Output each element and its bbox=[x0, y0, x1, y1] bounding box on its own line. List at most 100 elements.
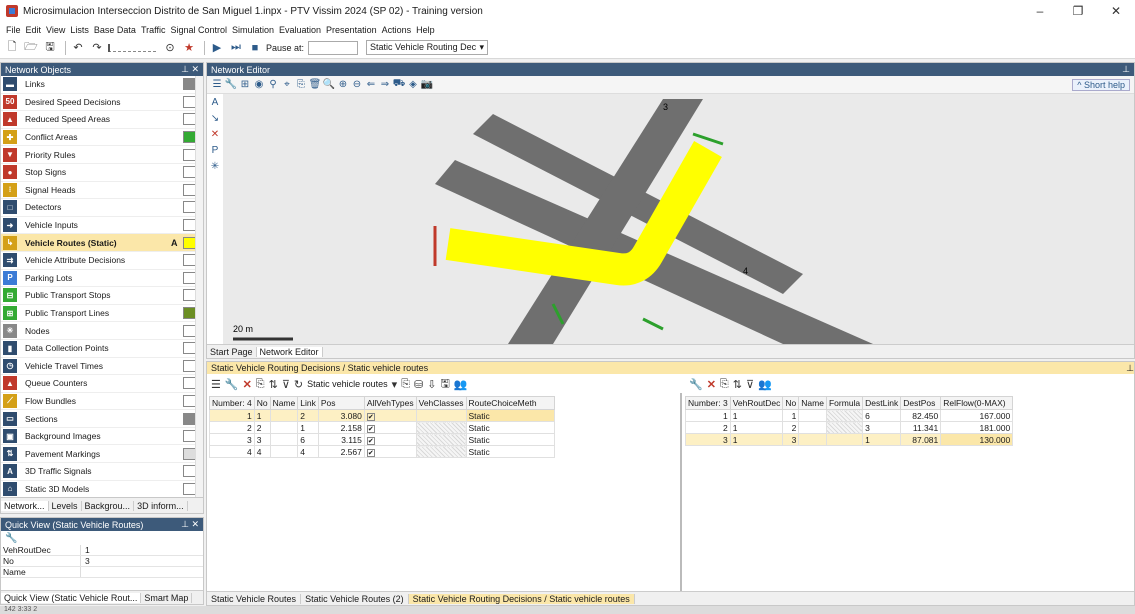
menu-edit[interactable]: Edit bbox=[24, 25, 44, 35]
cell-link[interactable]: 1 bbox=[297, 421, 319, 434]
delete-icon[interactable]: 🗑 bbox=[309, 79, 322, 91]
pin-close-icon[interactable]: ⊥ ✕ bbox=[181, 519, 199, 530]
column-header[interactable]: DestPos bbox=[900, 396, 942, 410]
network-object-item[interactable]: ⇉ Vehicle Attribute Decisions bbox=[1, 252, 203, 270]
checkbox-checked[interactable]: ✔ bbox=[366, 412, 375, 421]
column-header[interactable]: DestLink bbox=[862, 396, 902, 410]
users-icon[interactable]: 👥 bbox=[454, 378, 468, 391]
minimize-button[interactable]: – bbox=[1021, 0, 1059, 22]
network-object-item[interactable]: P Parking Lots bbox=[1, 270, 203, 288]
copy-icon[interactable]: ⎘ bbox=[401, 378, 410, 391]
cell-allvehtypes[interactable]: ✔ bbox=[363, 409, 417, 422]
layout-select[interactable]: Static Vehicle Routing Dec ▾ bbox=[366, 40, 489, 55]
cell-name[interactable] bbox=[798, 421, 827, 434]
table-row[interactable]: 3 1 3 1 87.081 130.000 bbox=[685, 433, 1014, 446]
table-row[interactable]: 1 1 2 3.080 ✔ Static bbox=[209, 409, 555, 422]
cell-no[interactable]: 2 bbox=[782, 421, 800, 434]
grid-icon[interactable]: ⊞ bbox=[239, 79, 251, 91]
network-object-item[interactable]: A 3D Traffic Signals bbox=[1, 463, 203, 481]
network-object-item[interactable]: □ Detectors bbox=[1, 199, 203, 217]
network-object-item[interactable]: ⁝ Signal Heads bbox=[1, 182, 203, 200]
column-header[interactable]: Name bbox=[269, 396, 299, 410]
cell-routechoice[interactable]: Static bbox=[465, 421, 555, 434]
cell-no[interactable]: 2 bbox=[253, 421, 271, 434]
select-icon[interactable]: ⌖ bbox=[281, 79, 293, 91]
column-header[interactable]: Link bbox=[297, 396, 319, 410]
tab-static-vehicle-routes-2[interactable]: Static Vehicle Routes (2) bbox=[301, 593, 409, 604]
sync-icon[interactable]: ↻ bbox=[294, 378, 303, 391]
step-icon[interactable]: ⏭ bbox=[228, 40, 244, 56]
screenshot-icon[interactable]: 📷 bbox=[421, 79, 433, 91]
tab-start-page[interactable]: Start Page bbox=[207, 346, 257, 357]
route-tool-icon[interactable]: ↘ bbox=[209, 112, 221, 124]
wrench-icon[interactable]: 🔧 bbox=[225, 79, 237, 91]
network-object-item[interactable]: ▭ Sections bbox=[1, 410, 203, 428]
menu-simulation[interactable]: Simulation bbox=[230, 25, 276, 35]
network-object-item[interactable]: ⊞ Public Transport Lines bbox=[1, 305, 203, 323]
tab-routing-decisions[interactable]: Static Vehicle Routing Decisions / Stati… bbox=[408, 593, 635, 604]
tab-3d-information[interactable]: 3D inform... bbox=[134, 500, 188, 511]
cell-name[interactable] bbox=[269, 433, 299, 446]
network-object-item[interactable]: ◷ Vehicle Travel Times bbox=[1, 358, 203, 376]
table-row[interactable]: 1 1 1 6 82.450 167.000 bbox=[685, 409, 1014, 422]
column-header[interactable]: VehRoutDec bbox=[729, 396, 784, 410]
zoom-icon[interactable]: 🔍 bbox=[323, 79, 335, 91]
cell-name[interactable] bbox=[269, 409, 299, 422]
cell-vehroutdec[interactable]: 1 bbox=[729, 421, 784, 434]
cell-no[interactable]: 3 bbox=[253, 433, 271, 446]
tab-network-objects[interactable]: Network... bbox=[1, 500, 49, 511]
node-tool-icon[interactable]: ✳ bbox=[209, 160, 221, 172]
redo-icon[interactable]: ↷ bbox=[89, 40, 105, 56]
destination-marker[interactable] bbox=[642, 317, 664, 331]
tab-static-vehicle-routes[interactable]: Static Vehicle Routes bbox=[207, 593, 302, 604]
network-object-item[interactable]: ▼ Priority Rules bbox=[1, 146, 203, 164]
tab-network-editor[interactable]: Network Editor bbox=[256, 346, 323, 357]
cell-name[interactable] bbox=[798, 409, 827, 422]
cell-allvehtypes[interactable]: ✔ bbox=[363, 421, 417, 434]
checkbox-checked[interactable]: ✔ bbox=[366, 448, 375, 457]
duplicate-icon[interactable]: ⎘ bbox=[720, 378, 729, 391]
export-icon[interactable]: ⇩ bbox=[427, 378, 436, 391]
pan-right-icon[interactable]: ⇒ bbox=[379, 79, 391, 91]
conflict-tool-icon[interactable]: ✕ bbox=[209, 128, 221, 140]
network-object-item[interactable]: ↳ Vehicle Routes (Static) A bbox=[1, 234, 203, 252]
copy-icon[interactable]: ⎘ bbox=[295, 79, 307, 91]
network-object-item[interactable]: ▬ Links bbox=[1, 76, 203, 94]
cell-destpos[interactable]: 11.341 bbox=[900, 421, 942, 434]
table-row[interactable]: 3 3 6 3.115 ✔ Static bbox=[209, 433, 555, 446]
network-object-item[interactable]: ✚ Conflict Areas bbox=[1, 129, 203, 147]
menu-file[interactable]: File bbox=[4, 25, 23, 35]
tab-quick-view[interactable]: Quick View (Static Vehicle Rout... bbox=[1, 592, 142, 603]
cell-pos[interactable]: 3.080 bbox=[317, 409, 365, 422]
wrench-icon[interactable]: 🔧 bbox=[225, 378, 239, 391]
relation-select[interactable]: Static vehicle routes bbox=[307, 379, 388, 389]
cell-destlink[interactable]: 3 bbox=[862, 421, 902, 434]
cell-no[interactable]: 4 bbox=[253, 445, 271, 458]
network-object-item[interactable]: ● Stop Signs bbox=[1, 164, 203, 182]
menu-presentation[interactable]: Presentation bbox=[324, 25, 379, 35]
new-file-icon[interactable]: 🗋 bbox=[4, 40, 20, 56]
pin-icon[interactable]: ⊥ bbox=[1122, 64, 1130, 75]
label-visibility-toggle[interactable]: A bbox=[171, 238, 183, 248]
short-help-button[interactable]: ^ Short help bbox=[1072, 78, 1130, 91]
network-object-item[interactable]: ▲ Queue Counters bbox=[1, 375, 203, 393]
sort-icon[interactable]: ⇅ bbox=[269, 378, 278, 391]
list-splitter[interactable] bbox=[680, 393, 682, 591]
cell-link[interactable]: 2 bbox=[297, 409, 319, 422]
cell-pos[interactable]: 2.567 bbox=[317, 445, 365, 458]
cell-destpos[interactable]: 87.081 bbox=[900, 433, 942, 446]
network-object-item[interactable]: ▮ Data Collection Points bbox=[1, 340, 203, 358]
cell-routechoice[interactable]: Static bbox=[465, 409, 555, 422]
stop-icon[interactable]: ■ bbox=[247, 40, 263, 56]
pan-left-icon[interactable]: ⇐ bbox=[365, 79, 377, 91]
network-object-item[interactable]: ▣ Background Images bbox=[1, 428, 203, 446]
menu-traffic[interactable]: Traffic bbox=[139, 25, 168, 35]
cell-link[interactable]: 6 bbox=[297, 433, 319, 446]
network-object-item[interactable]: ⟋ Flow Bundles bbox=[1, 393, 203, 411]
destination-marker[interactable] bbox=[692, 132, 724, 146]
column-header[interactable]: Formula bbox=[825, 396, 864, 410]
network-object-item[interactable]: ➜ Vehicle Inputs bbox=[1, 217, 203, 235]
menu-view[interactable]: View bbox=[44, 25, 67, 35]
network-object-item[interactable]: ▲ Reduced Speed Areas bbox=[1, 111, 203, 129]
cell-allvehtypes[interactable]: ✔ bbox=[363, 433, 417, 446]
